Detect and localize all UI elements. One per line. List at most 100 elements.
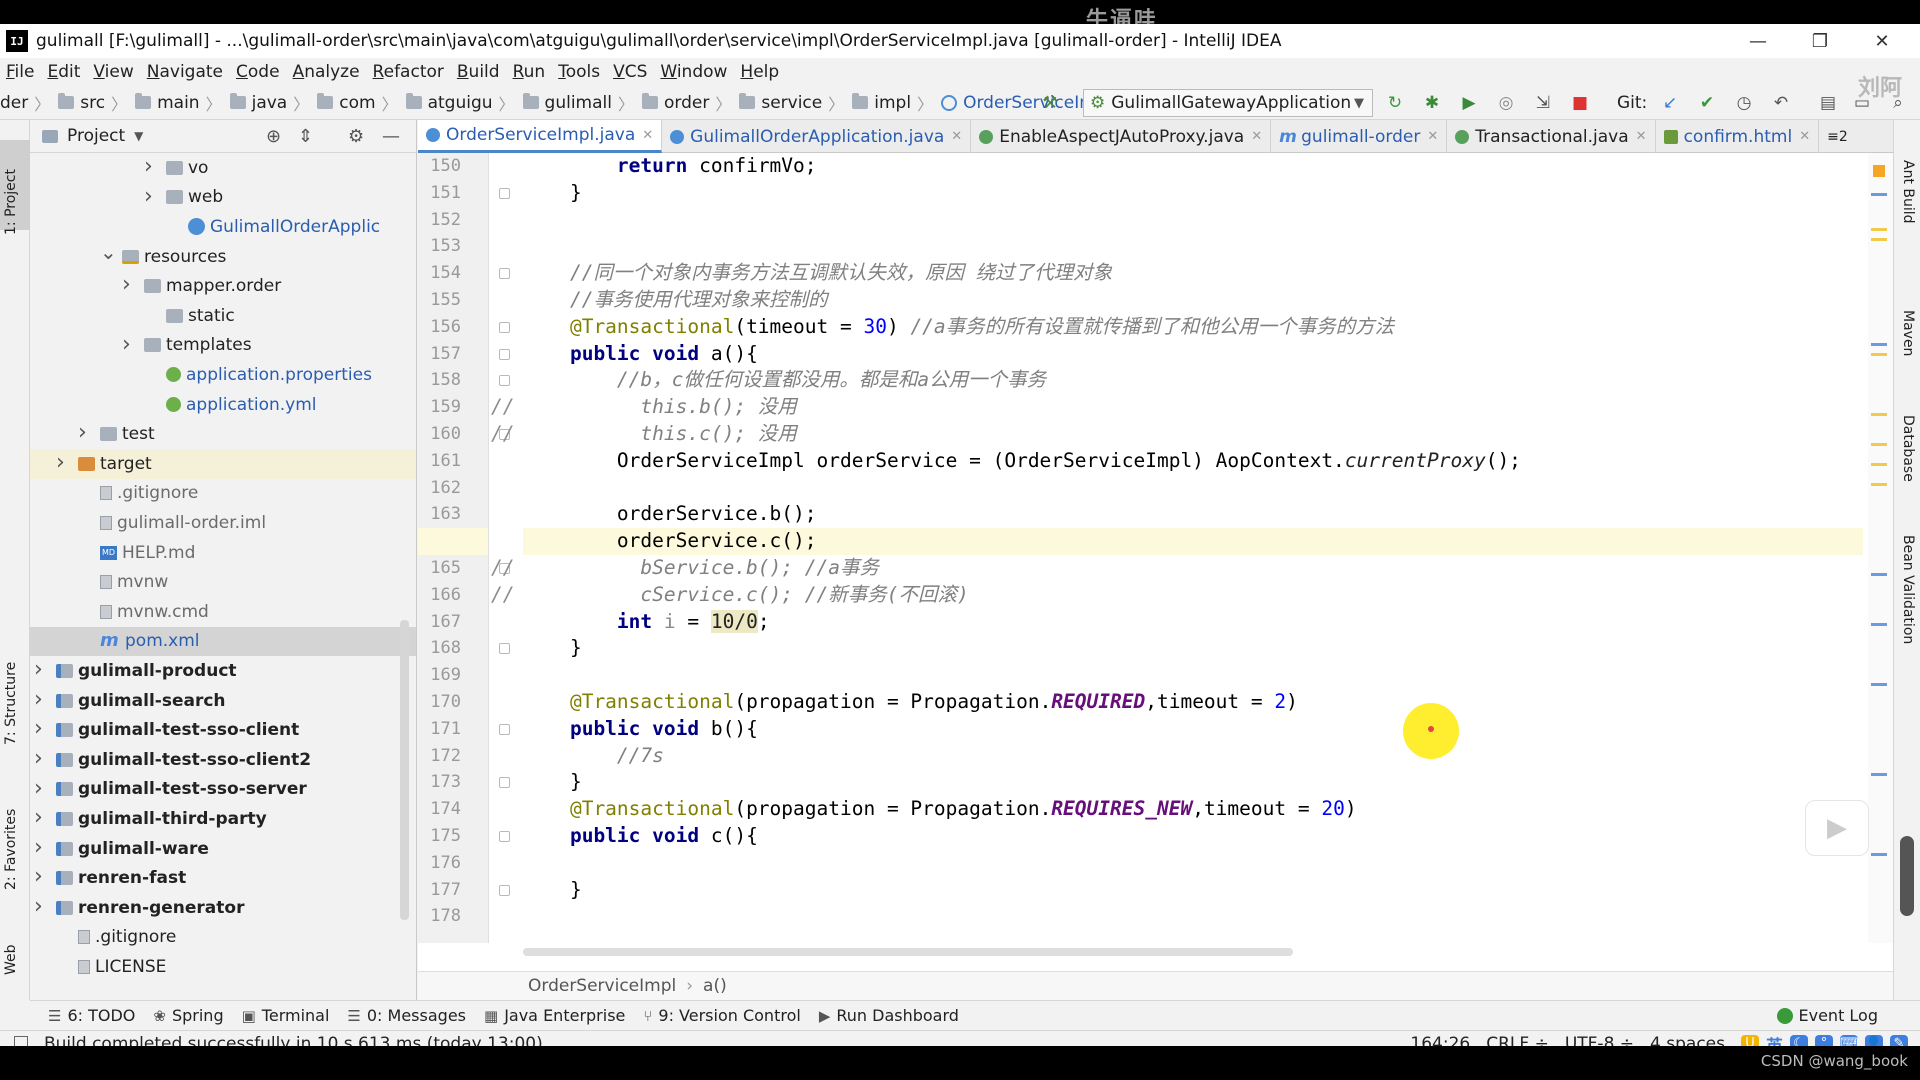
tree-item[interactable]: › gulimall-product	[30, 656, 416, 686]
menu-item-edit[interactable]: Edit	[47, 62, 80, 82]
tool-tab-database[interactable]: Database	[1900, 415, 1916, 482]
tool-tab-web[interactable]: Web	[3, 944, 19, 975]
tree-item[interactable]: application.properties	[30, 360, 416, 390]
bottom-tool-todo[interactable]: ☰ 6: TODO	[48, 1006, 135, 1025]
project-view-select[interactable]: Project	[67, 126, 125, 146]
tree-item[interactable]: LICENSE	[30, 952, 416, 982]
code-line[interactable]: 151 }	[430, 180, 1863, 207]
tab-overflow-button[interactable]: ≡2	[1819, 120, 1856, 153]
line-separator[interactable]: CRLF ÷	[1486, 1034, 1549, 1046]
chevron-right-icon[interactable]: ›	[78, 420, 87, 445]
tree-item[interactable]: m pom.xml	[30, 626, 416, 657]
tree-item[interactable]: › target	[30, 449, 416, 479]
bottom-tool-messages[interactable]: ☰ 0: Messages	[347, 1006, 466, 1025]
code-line[interactable]: 172 //7s	[430, 743, 1863, 770]
code-line[interactable]: 154 //同一个对象内事务方法互调默认失效，原因 绕过了代理对象	[430, 260, 1863, 287]
code-line[interactable]: 159 // this.b(); 没用	[430, 394, 1863, 421]
tree-item[interactable]: › gulimall-test-sso-server	[30, 775, 416, 805]
chevron-right-icon[interactable]: ›	[34, 716, 43, 741]
tool-tab-structure[interactable]: 7: Structure	[3, 662, 19, 745]
editor-tab[interactable]: confirm.html ✕	[1656, 120, 1820, 153]
code-line[interactable]: 175 public void c(){	[430, 823, 1863, 850]
tree-item[interactable]: mvnw	[30, 567, 416, 597]
fold-toggle-icon[interactable]	[499, 777, 510, 789]
close-tab-icon[interactable]: ✕	[951, 129, 962, 144]
tree-item[interactable]: .gitignore	[30, 923, 416, 953]
chevron-right-icon[interactable]: ›	[34, 894, 43, 919]
code-line[interactable]: 170 @Transactional(propagation = Propaga…	[430, 689, 1863, 716]
tree-item[interactable]: application.yml	[30, 390, 416, 420]
code-line[interactable]: 156 @Transactional(timeout = 30) //a事务的所…	[430, 314, 1863, 341]
fold-toggle-icon[interactable]	[499, 268, 510, 280]
ime-language[interactable]: 英	[1766, 1032, 1783, 1047]
breadcrumb-class[interactable]: OrderServiceImpl	[528, 976, 676, 996]
code-line[interactable]: 171 public void b(){	[430, 716, 1863, 743]
menu-item-refactor[interactable]: Refactor	[373, 62, 444, 82]
tree-item[interactable]: mvnw.cmd	[30, 597, 416, 627]
error-stripe-mark[interactable]	[1871, 773, 1887, 776]
coverage-icon[interactable]: ▶	[1459, 93, 1479, 113]
run-config-select[interactable]: ⚙ GulimallGatewayApplication ▼	[1083, 89, 1373, 117]
tree-item[interactable]: › gulimall-test-sso-client2	[30, 745, 416, 775]
code-line[interactable]: 162	[430, 475, 1863, 502]
error-stripe-mark[interactable]	[1871, 443, 1887, 446]
tree-item[interactable]: › vo	[30, 153, 416, 183]
fold-toggle-icon[interactable]	[499, 348, 510, 360]
inspection-status-icon[interactable]	[1873, 165, 1885, 177]
chevron-right-icon[interactable]: ›	[34, 687, 43, 712]
tree-item[interactable]: › renren-fast	[30, 863, 416, 893]
code-line[interactable]: 169	[430, 662, 1863, 689]
error-stripe-mark[interactable]	[1871, 463, 1887, 466]
chevron-down-icon[interactable]: ⌄	[100, 240, 117, 264]
chevron-right-icon[interactable]: ›	[144, 184, 153, 209]
caret-position[interactable]: 164:26	[1410, 1034, 1470, 1046]
editor-tab[interactable]: OrderServiceImpl.java ✕	[418, 120, 663, 153]
code-line[interactable]: 161 OrderServiceImpl orderService = (Ord…	[430, 448, 1863, 475]
tree-item[interactable]: › templates	[30, 331, 416, 361]
code-area[interactable]: 150 return confirmVo; 151 } 152 153 154 //同一…	[430, 153, 1863, 943]
keyboard-icon[interactable]: ⌨	[1840, 1035, 1859, 1046]
tree-item[interactable]: .gitignore	[30, 479, 416, 509]
error-stripe-mark[interactable]	[1871, 193, 1887, 196]
code-line[interactable]: 168 }	[430, 635, 1863, 662]
indent-setting[interactable]: 4 spaces	[1650, 1034, 1725, 1046]
chevron-right-icon[interactable]: ›	[34, 746, 43, 771]
fold-toggle-icon[interactable]	[499, 187, 510, 199]
code-line[interactable]: 174 @Transactional(propagation = Propaga…	[430, 796, 1863, 823]
tree-item[interactable]: › web	[30, 183, 416, 213]
code-line[interactable]: 165 // bService.b(); //a事务	[430, 555, 1863, 582]
event-log-button[interactable]: Event Log	[1776, 1006, 1878, 1025]
nav-crumb[interactable]: src 〉	[50, 91, 127, 115]
error-stripe-mark[interactable]	[1871, 238, 1887, 241]
error-stripe-mark[interactable]	[1871, 483, 1887, 486]
error-stripe-mark[interactable]	[1871, 413, 1887, 416]
tool-tab-maven[interactable]: Maven	[1900, 310, 1916, 356]
error-stripe-mark[interactable]	[1871, 683, 1887, 686]
fold-toggle-icon[interactable]	[499, 884, 510, 896]
editor-tab[interactable]: GulimallOrderApplication.java ✕	[662, 120, 972, 153]
editor-tab[interactable]: EnableAspectJAutoProxy.java ✕	[971, 120, 1272, 153]
bottom-tool-run-dashboard[interactable]: ▶ Run Dashboard	[819, 1006, 959, 1025]
project-structure-icon[interactable]: ▤	[1818, 93, 1838, 113]
tool-tab-bean-validation[interactable]: Bean Validation	[1900, 535, 1916, 644]
bottom-tool-java-enterprise[interactable]: ▦ Java Enterprise	[484, 1006, 625, 1025]
code-line[interactable]: 164 orderService.c();	[430, 528, 1863, 555]
close-tab-icon[interactable]: ✕	[1799, 129, 1810, 144]
side-scroll-handle[interactable]	[1900, 836, 1914, 916]
editor-tab[interactable]: Transactional.java ✕	[1447, 120, 1656, 153]
history-icon[interactable]: ◷	[1734, 93, 1754, 113]
code-line[interactable]: 153	[430, 233, 1863, 260]
nav-crumb[interactable]: com 〉	[309, 91, 398, 115]
code-line[interactable]: 167 int i = 10/0;	[430, 609, 1863, 636]
fold-toggle-icon[interactable]	[499, 321, 510, 333]
nav-crumb[interactable]: java 〉	[222, 91, 309, 115]
video-play-icon[interactable]: ▶	[1805, 800, 1869, 856]
code-line[interactable]: 155 //事务使用代理对象来控制的	[430, 287, 1863, 314]
fold-toggle-icon[interactable]	[499, 831, 510, 842]
code-line[interactable]: 166 // cService.c(); //新事务(不回滚)	[430, 582, 1863, 609]
nav-crumb[interactable]: main 〉	[127, 91, 222, 115]
menu-item-view[interactable]: View	[93, 62, 133, 82]
close-tab-icon[interactable]: ✕	[1636, 129, 1647, 144]
error-stripe-mark[interactable]	[1871, 573, 1887, 576]
tree-item[interactable]: › gulimall-search	[30, 686, 416, 716]
